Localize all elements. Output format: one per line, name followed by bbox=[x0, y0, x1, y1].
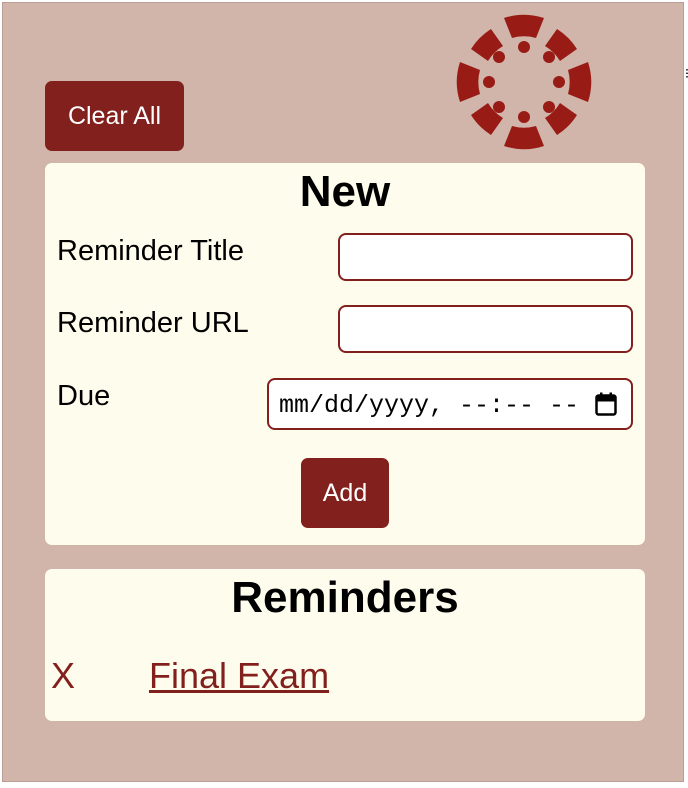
due-datetime-input[interactable]: mm/dd/yyyy, --:-- -- bbox=[267, 378, 633, 430]
reminders-section-title: Reminders bbox=[231, 573, 459, 622]
calendar-icon[interactable] bbox=[595, 392, 617, 416]
reminder-link[interactable]: Final Exam bbox=[149, 655, 329, 697]
remove-reminder-button[interactable]: X bbox=[51, 655, 75, 697]
clear-all-button[interactable]: Clear All bbox=[45, 81, 184, 151]
due-datetime-placeholder: mm/dd/yyyy, --:-- -- bbox=[279, 391, 580, 420]
new-reminder-card: New Reminder Title Reminder URL Due mm/d… bbox=[45, 163, 645, 545]
due-label: Due bbox=[57, 380, 111, 412]
extension-popup: ≡ Clear All New Reminder Title bbox=[2, 2, 688, 782]
reminder-title-label: Reminder Title bbox=[57, 235, 244, 267]
new-section-title: New bbox=[299, 167, 391, 216]
reminder-url-label: Reminder URL bbox=[57, 307, 249, 339]
add-button[interactable]: Add bbox=[301, 458, 389, 528]
canvas-logo-icon bbox=[456, 14, 592, 150]
reminder-url-input[interactable] bbox=[338, 305, 633, 353]
reminder-title-input[interactable] bbox=[338, 233, 633, 281]
reminders-card: Reminders X Final Exam bbox=[45, 569, 645, 721]
